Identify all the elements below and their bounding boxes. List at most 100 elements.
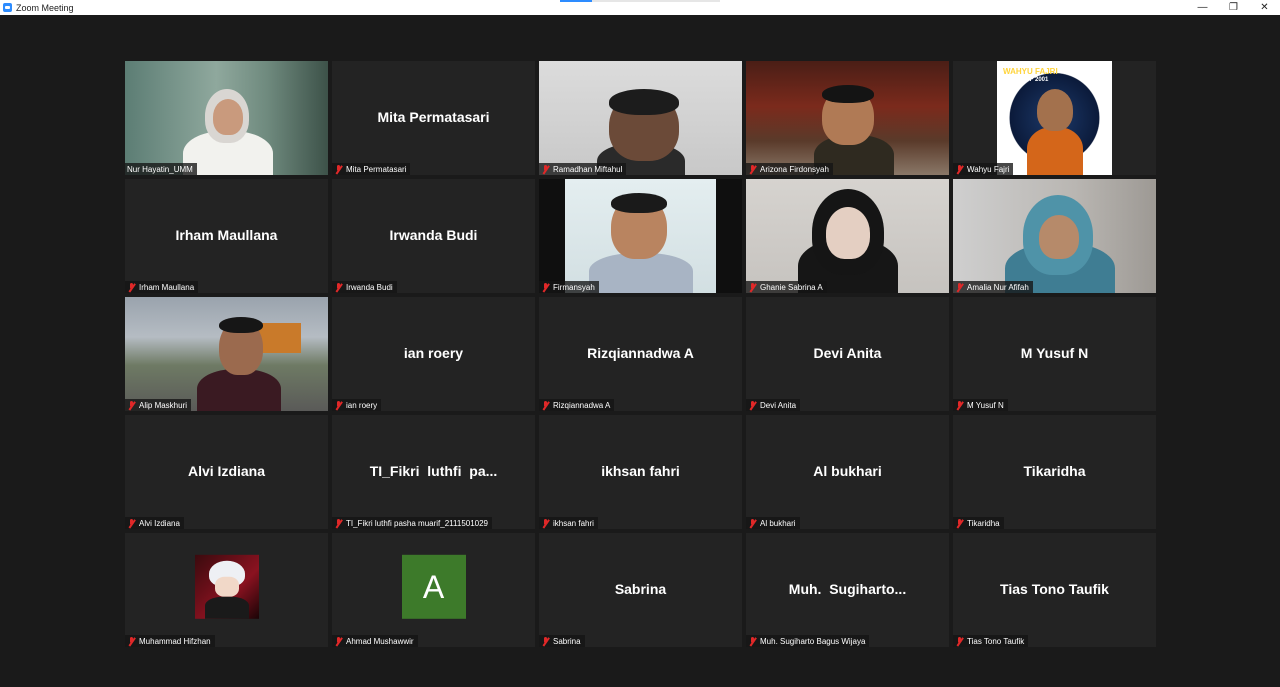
participant-tile[interactable]: Irwanda Budi Irwanda Budi (332, 179, 535, 293)
muted-mic-icon (541, 282, 550, 292)
participant-video (565, 179, 716, 293)
participant-display-name: Mita Permatasari (377, 109, 490, 126)
participant-nameplate: Irwanda Budi (332, 281, 397, 293)
participant-name: Mita Permatasari (346, 164, 407, 174)
muted-mic-icon (127, 282, 136, 292)
participant-nameplate: TI_Fikri luthfi pasha muarif_2111501029 (332, 517, 493, 529)
participant-nameplate: Al bukhari (746, 517, 800, 529)
participant-nameplate: Alip Maskhuri (125, 399, 192, 411)
muted-mic-icon (334, 400, 343, 410)
participant-tile[interactable]: Tias Tono Taufik Tias Tono Taufik (953, 533, 1156, 647)
participant-nameplate: Nur Hayatin_UMM (125, 163, 197, 175)
muted-mic-icon (955, 282, 964, 292)
participant-nameplate: Muhammad Hifzhan (125, 635, 215, 647)
muted-mic-icon (127, 636, 136, 646)
participant-tile[interactable]: Tikaridha Tikaridha (953, 415, 1156, 529)
participant-tile[interactable]: Irham Maullana Irham Maullana (125, 179, 328, 293)
participant-tile[interactable]: Firmansyah (539, 179, 742, 293)
muted-mic-icon (334, 636, 343, 646)
participant-name: Irwanda Budi (346, 282, 393, 292)
poster-subtitle: CLASS OF 2001 (1003, 77, 1049, 83)
participant-display-name: Tias Tono Taufik (1000, 581, 1109, 598)
participant-video (539, 61, 742, 175)
participant-nameplate: ikhsan fahri (539, 517, 598, 529)
restore-button[interactable]: ❐ (1218, 0, 1249, 15)
participant-nameplate: Ramadhan Miftahul (539, 163, 627, 175)
participant-name: Devi Anita (760, 400, 797, 410)
window-title: Zoom Meeting (16, 2, 74, 13)
zoom-app-icon (3, 3, 12, 12)
muted-mic-icon (955, 164, 964, 174)
participant-tile[interactable]: WAHYU FAJRI CLASS OF 2001 Wahyu Fajri (953, 61, 1156, 175)
participant-nameplate: Firmansyah (539, 281, 599, 293)
participant-nameplate: Rizqiannadwa A (539, 399, 615, 411)
participant-tile[interactable]: Muhammad Hifzhan (125, 533, 328, 647)
participant-name: ikhsan fahri (553, 518, 594, 528)
participant-nameplate: Arizona Firdonsyah (746, 163, 833, 175)
participant-display-name: M Yusuf N (1020, 345, 1089, 362)
participant-nameplate: Devi Anita (746, 399, 801, 411)
letter-avatar: A (401, 554, 466, 619)
participant-tile[interactable]: Al bukhari Al bukhari (746, 415, 949, 529)
participant-video (746, 179, 949, 293)
participant-tile[interactable]: A Ahmad Mushawwir (332, 533, 535, 647)
participant-tile[interactable]: Ghanie Sabrina A (746, 179, 949, 293)
participant-tile[interactable]: Sabrina Sabrina (539, 533, 742, 647)
participant-display-name: Muh. Sugiharto... (788, 581, 907, 598)
participant-display-name: Alvi Izdiana (187, 463, 266, 480)
participant-tile[interactable]: Amalia Nur Afifah (953, 179, 1156, 293)
participant-display-name: Irwanda Budi (389, 227, 478, 244)
participant-tile[interactable]: Arizona Firdonsyah (746, 61, 949, 175)
participant-tile[interactable]: ian roery ian roery (332, 297, 535, 411)
muted-mic-icon (334, 164, 343, 174)
participant-name: Wahyu Fajri (967, 164, 1010, 174)
participant-display-name: TI_Fikri luthfi pa... (369, 463, 498, 480)
muted-mic-icon (334, 518, 343, 528)
participant-tile[interactable]: Devi Anita Devi Anita (746, 297, 949, 411)
participant-display-name: Devi Anita (813, 345, 882, 362)
participant-name: Nur Hayatin_UMM (127, 164, 193, 174)
participant-nameplate: Irham Maullana (125, 281, 199, 293)
participant-nameplate: Muh. Sugiharto Bagus Wijaya (746, 635, 870, 647)
participant-tile[interactable]: Alip Maskhuri (125, 297, 328, 411)
anime-avatar-icon (194, 554, 259, 619)
participant-tile[interactable]: Ramadhan Miftahul (539, 61, 742, 175)
participant-nameplate: Sabrina (539, 635, 585, 647)
title-bar: Zoom Meeting — ❐ ✕ (0, 0, 1280, 15)
participant-display-name: ian roery (403, 345, 464, 362)
participant-name: Arizona Firdonsyah (760, 164, 829, 174)
muted-mic-icon (748, 518, 757, 528)
participant-name: Sabrina (553, 636, 581, 646)
participant-nameplate: Tikaridha (953, 517, 1004, 529)
participant-nameplate: Amalia Nur Afifah (953, 281, 1033, 293)
participant-display-name: Rizqiannadwa A (587, 345, 694, 362)
participant-tile[interactable]: TI_Fikri luthfi pa... TI_Fikri luthfi pa… (332, 415, 535, 529)
participant-name: Al bukhari (760, 518, 796, 528)
participant-tile[interactable]: Rizqiannadwa A Rizqiannadwa A (539, 297, 742, 411)
participant-video (953, 179, 1156, 293)
participant-name: Firmansyah (553, 282, 595, 292)
participant-tile[interactable]: Mita Permatasari Mita Permatasari (332, 61, 535, 175)
minimize-button[interactable]: — (1187, 0, 1218, 15)
participant-name: ian roery (346, 400, 378, 410)
participant-name: Ghanie Sabrina A (760, 282, 823, 292)
participant-tile[interactable]: ikhsan fahri ikhsan fahri (539, 415, 742, 529)
participant-name: Rizqiannadwa A (553, 400, 611, 410)
participant-tile[interactable]: Nur Hayatin_UMM (125, 61, 328, 175)
muted-mic-icon (748, 282, 757, 292)
participant-name: TI_Fikri luthfi pasha muarif_2111501029 (346, 518, 489, 528)
participant-tile[interactable]: M Yusuf N M Yusuf N (953, 297, 1156, 411)
participant-display-name: Al bukhari (813, 463, 882, 480)
muted-mic-icon (127, 518, 136, 528)
close-button[interactable]: ✕ (1249, 0, 1280, 15)
participant-name: Tias Tono Taufik (967, 636, 1025, 646)
participant-display-name: Irham Maullana (175, 227, 278, 244)
progress-fill (560, 0, 592, 2)
participant-name: Muh. Sugiharto Bagus Wijaya (760, 636, 866, 646)
participant-video (125, 297, 328, 411)
muted-mic-icon (955, 400, 964, 410)
muted-mic-icon (541, 400, 550, 410)
muted-mic-icon (955, 636, 964, 646)
participant-tile[interactable]: Muh. Sugiharto... Muh. Sugiharto Bagus W… (746, 533, 949, 647)
participant-tile[interactable]: Alvi Izdiana Alvi Izdiana (125, 415, 328, 529)
